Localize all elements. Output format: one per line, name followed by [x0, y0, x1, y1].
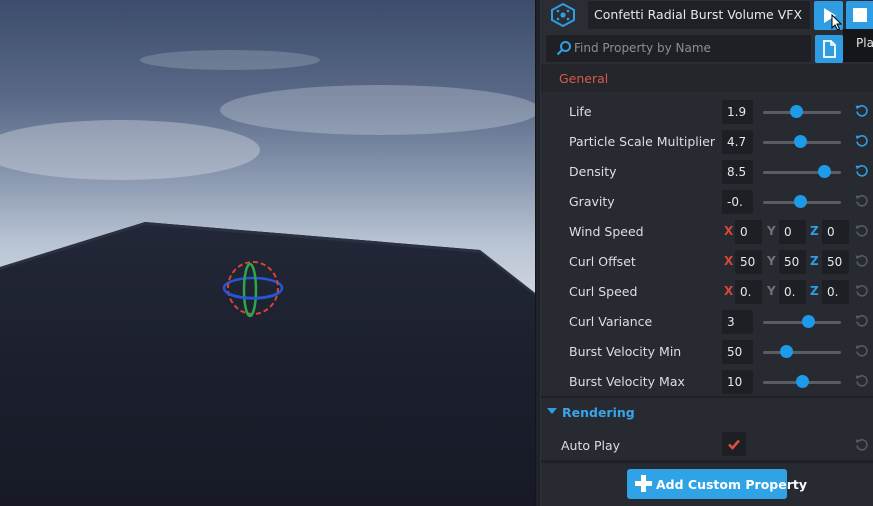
mouse-cursor-icon: [831, 13, 843, 31]
property-row-particle-scale-multiplier: Particle Scale Multiplier 4.7: [541, 126, 873, 156]
section-rendering-label: Rendering: [562, 405, 635, 420]
axis-x-label: X: [724, 224, 734, 238]
play-button[interactable]: [814, 1, 843, 31]
burst-velocity-min-value-field[interactable]: 50: [722, 340, 753, 364]
reset-icon[interactable]: [854, 373, 870, 389]
section-rendering[interactable]: Rendering: [541, 396, 873, 426]
vfx-object-icon: [551, 3, 575, 27]
property-label: Curl Offset: [569, 254, 636, 269]
axis-y-label: Y: [767, 254, 776, 268]
checkmark-icon: [728, 439, 740, 450]
burst-velocity-max-slider-handle[interactable]: [796, 375, 809, 388]
curl-speed-y-field[interactable]: 0.: [779, 280, 806, 304]
play-tooltip: Play: [843, 29, 873, 62]
particle-scale-multiplier-value-field[interactable]: 4.7: [722, 130, 753, 154]
axis-z-label: Z: [810, 254, 819, 268]
reset-icon[interactable]: [854, 343, 870, 359]
wind-speed-y-field[interactable]: 0: [779, 220, 806, 244]
reset-icon[interactable]: [854, 437, 870, 453]
reset-icon[interactable]: [854, 283, 870, 299]
wind-speed-x-field[interactable]: 0: [735, 220, 762, 244]
property-label: Particle Scale Multiplier: [569, 134, 716, 149]
burst-velocity-max-value-field[interactable]: 10: [722, 370, 753, 394]
add-custom-property-label: Add Custom Property: [656, 477, 808, 492]
stop-icon: [853, 8, 867, 22]
wind-speed-z-field[interactable]: 0: [822, 220, 849, 244]
property-label: Density: [569, 164, 617, 179]
curl-speed-z-field[interactable]: 0.: [822, 280, 849, 304]
property-row-auto-play: Auto Play: [541, 430, 873, 460]
burst-velocity-min-slider-handle[interactable]: [780, 345, 793, 358]
reset-icon[interactable]: [854, 313, 870, 329]
scene-render: [0, 50, 535, 506]
axis-y-label: Y: [767, 224, 776, 238]
curl-offset-z-field[interactable]: 50: [822, 250, 849, 274]
burst-velocity-min-slider-track[interactable]: [763, 351, 841, 354]
axis-x-label: X: [724, 254, 734, 268]
ground-plane: [0, 222, 535, 506]
curl-offset-x-field[interactable]: 50: [735, 250, 762, 274]
gravity-slider-handle[interactable]: [794, 195, 807, 208]
property-row-burst-velocity-max: Burst Velocity Max 10: [541, 366, 873, 396]
life-value-field[interactable]: 1.9: [722, 100, 753, 124]
property-row-curl-offset: Curl Offset X 50 Y 50 Z 50: [541, 246, 873, 276]
reset-icon[interactable]: [854, 133, 870, 149]
document-icon: [823, 40, 836, 58]
reset-icon[interactable]: [854, 103, 870, 119]
property-row-wind-speed: Wind Speed X 0 Y 0 Z 0: [541, 216, 873, 246]
life-slider-handle[interactable]: [790, 105, 803, 118]
gravity-value-field[interactable]: -0.: [722, 190, 753, 214]
object-title[interactable]: Confetti Radial Burst Volume VFX: [588, 1, 810, 29]
property-label: Curl Variance: [569, 314, 653, 329]
property-label: Life: [569, 104, 592, 119]
auto-play-checkbox[interactable]: [722, 432, 746, 456]
property-label: Auto Play: [561, 438, 621, 453]
property-row-burst-velocity-min: Burst Velocity Min 50: [541, 336, 873, 366]
stop-button[interactable]: [846, 1, 873, 30]
axis-z-label: Z: [810, 224, 819, 238]
property-row-density: Density 8.5: [541, 156, 873, 186]
section-general: General: [541, 64, 873, 92]
search-input[interactable]: Find Property by Name: [546, 35, 811, 62]
reset-icon[interactable]: [854, 163, 870, 179]
property-label: Wind Speed: [569, 224, 644, 239]
curl-offset-y-field[interactable]: 50: [779, 250, 806, 274]
section-general-label: General: [559, 71, 609, 86]
footer-separator: [541, 460, 873, 463]
documentation-button[interactable]: [815, 35, 843, 63]
properties-panel: Confetti Radial Burst Volume VFX Find Pr…: [541, 0, 873, 506]
particle-scale-multiplier-slider-handle[interactable]: [794, 135, 807, 148]
axis-x-label: X: [724, 284, 734, 298]
density-slider-handle[interactable]: [818, 165, 831, 178]
collapse-arrow-icon[interactable]: [547, 408, 557, 414]
curl-speed-x-field[interactable]: 0.: [735, 280, 762, 304]
property-label: Gravity: [569, 194, 615, 209]
search-icon: [556, 41, 571, 56]
property-label: Curl Speed: [569, 284, 638, 299]
plus-icon: [635, 475, 652, 492]
property-row-gravity: Gravity -0.: [541, 186, 873, 216]
property-label: Burst Velocity Min: [569, 344, 682, 359]
add-custom-property-button[interactable]: Add Custom Property: [627, 469, 807, 499]
reset-icon[interactable]: [854, 193, 870, 209]
curl-variance-slider-handle[interactable]: [802, 315, 815, 328]
reset-icon[interactable]: [854, 253, 870, 269]
axis-y-label: Y: [767, 284, 776, 298]
property-row-curl-speed: Curl Speed X 0. Y 0. Z 0.: [541, 276, 873, 306]
scene-viewport[interactable]: [0, 0, 535, 506]
density-value-field[interactable]: 8.5: [722, 160, 753, 184]
reset-icon[interactable]: [854, 223, 870, 239]
curl-variance-value-field[interactable]: 3: [722, 310, 753, 334]
play-icon: [824, 8, 843, 31]
panel-header: Confetti Radial Burst Volume VFX Find Pr…: [541, 0, 873, 64]
property-label: Burst Velocity Max: [569, 374, 685, 389]
axis-z-label: Z: [810, 284, 819, 298]
property-row-curl-variance: Curl Variance 3: [541, 306, 873, 336]
property-row-life: Life 1.9: [541, 96, 873, 126]
search-placeholder: Find Property by Name: [574, 41, 711, 55]
